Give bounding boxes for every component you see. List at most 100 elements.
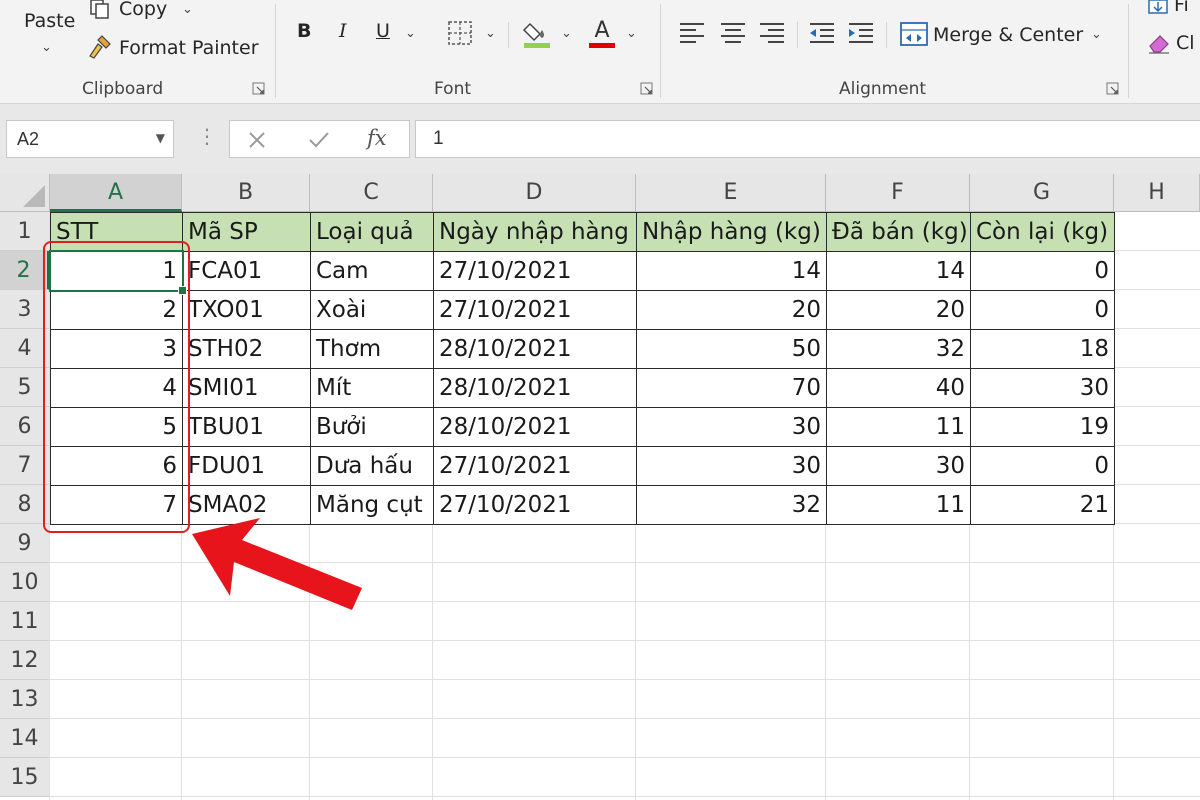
cell-g8[interactable]: 21 — [970, 485, 1115, 525]
row-header-8[interactable]: 8 — [0, 485, 50, 524]
header-cell-g[interactable]: Còn lại (kg) — [970, 212, 1115, 252]
cell-f7[interactable]: 30 — [826, 446, 971, 486]
underline-dropdown-icon[interactable]: ⌄ — [405, 26, 416, 41]
cell-g4[interactable]: 18 — [970, 329, 1115, 369]
format-painter-icon[interactable] — [86, 34, 114, 60]
fill-color-icon[interactable] — [522, 18, 552, 50]
header-cell-e[interactable]: Nhập hàng (kg) — [636, 212, 827, 252]
cell-a3[interactable]: 2 — [50, 290, 183, 330]
cell-d2[interactable]: 27/10/2021 — [433, 251, 637, 291]
column-header-d[interactable]: D — [433, 174, 636, 212]
cell-f5[interactable]: 40 — [826, 368, 971, 408]
cell-a5[interactable]: 4 — [50, 368, 183, 408]
cell-a7[interactable]: 6 — [50, 446, 183, 486]
column-header-b[interactable]: B — [182, 174, 310, 212]
cell-c7[interactable]: Dưa hấu — [310, 446, 434, 486]
fill-down-icon[interactable] — [1148, 0, 1170, 14]
cell-b2[interactable]: FCA01 — [182, 251, 311, 291]
cell-d8[interactable]: 27/10/2021 — [433, 485, 637, 525]
row-header-7[interactable]: 7 — [0, 446, 50, 485]
cell-b6[interactable]: TBU01 — [182, 407, 311, 447]
cell-g3[interactable]: 0 — [970, 290, 1115, 330]
clipboard-launcher-icon[interactable] — [252, 82, 266, 96]
spreadsheet-grid[interactable]: A B C D E F G H 1 2 3 4 5 6 7 8 9 10 11 12 13 14 15 STT Mã SP Loạ… — [0, 174, 1200, 800]
cell-d7[interactable]: 27/10/2021 — [433, 446, 637, 486]
paste-button[interactable]: Paste — [24, 10, 75, 32]
clear-eraser-icon[interactable] — [1147, 32, 1171, 54]
formula-bar-grip-icon[interactable]: ⋮ — [197, 124, 217, 148]
cell-b7[interactable]: FDU01 — [182, 446, 311, 486]
cell-e6[interactable]: 30 — [636, 407, 827, 447]
header-cell-d[interactable]: Ngày nhập hàng — [433, 212, 637, 252]
cell-g2[interactable]: 0 — [970, 251, 1115, 291]
align-center-icon[interactable] — [720, 22, 746, 44]
cell-c4[interactable]: Thơm — [310, 329, 434, 369]
cell-f3[interactable]: 20 — [826, 290, 971, 330]
cell-a2[interactable]: 1 — [50, 251, 183, 291]
merge-center-button[interactable]: Merge & Center — [933, 24, 1083, 46]
copy-button[interactable]: Copy — [119, 0, 167, 20]
clear-button[interactable]: Cl — [1176, 32, 1195, 54]
column-header-e[interactable]: E — [636, 174, 826, 212]
cell-e3[interactable]: 20 — [636, 290, 827, 330]
cell-c2[interactable]: Cam — [310, 251, 434, 291]
cell-b4[interactable]: STH02 — [182, 329, 311, 369]
formula-input[interactable]: 1 — [415, 120, 1200, 158]
row-header-3[interactable]: 3 — [0, 290, 50, 329]
merge-center-icon[interactable] — [900, 22, 928, 46]
font-color-button[interactable]: A — [587, 16, 617, 50]
align-right-icon[interactable] — [759, 22, 785, 44]
cell-c6[interactable]: Bưởi — [310, 407, 434, 447]
header-cell-a[interactable]: STT — [50, 212, 183, 252]
decrease-indent-icon[interactable] — [809, 22, 835, 44]
row-header-9[interactable]: 9 — [0, 524, 50, 563]
header-cell-f[interactable]: Đã bán (kg) — [826, 212, 971, 252]
row-header-10[interactable]: 10 — [0, 563, 50, 602]
column-header-h[interactable]: H — [1114, 174, 1200, 212]
copy-icon[interactable] — [86, 0, 112, 20]
cancel-icon[interactable] — [247, 131, 267, 149]
cell-e8[interactable]: 32 — [636, 485, 827, 525]
insert-function-icon[interactable]: fx — [367, 126, 387, 150]
alignment-launcher-icon[interactable] — [1106, 82, 1120, 96]
column-header-c[interactable]: C — [310, 174, 433, 212]
column-header-f[interactable]: F — [826, 174, 970, 212]
row-header-15[interactable]: 15 — [0, 758, 50, 797]
column-header-g[interactable]: G — [970, 174, 1114, 212]
cell-d4[interactable]: 28/10/2021 — [433, 329, 637, 369]
cell-b3[interactable]: TXO01 — [182, 290, 311, 330]
cell-b5[interactable]: SMI01 — [182, 368, 311, 408]
cell-e7[interactable]: 30 — [636, 446, 827, 486]
header-cell-c[interactable]: Loại quả — [310, 212, 434, 252]
cell-d6[interactable]: 28/10/2021 — [433, 407, 637, 447]
fill-color-dropdown-icon[interactable]: ⌄ — [561, 26, 572, 41]
row-header-11[interactable]: 11 — [0, 602, 50, 641]
header-cell-b[interactable]: Mã SP — [182, 212, 311, 252]
cell-c5[interactable]: Mít — [310, 368, 434, 408]
cell-c3[interactable]: Xoài — [310, 290, 434, 330]
cell-a6[interactable]: 5 — [50, 407, 183, 447]
cell-g5[interactable]: 30 — [970, 368, 1115, 408]
row-header-13[interactable]: 13 — [0, 680, 50, 719]
column-header-a[interactable]: A — [50, 174, 182, 212]
row-header-2[interactable]: 2 — [0, 251, 50, 290]
cell-a4[interactable]: 3 — [50, 329, 183, 369]
align-left-icon[interactable] — [679, 22, 705, 44]
row-header-6[interactable]: 6 — [0, 407, 50, 446]
cell-g7[interactable]: 0 — [970, 446, 1115, 486]
fill-handle[interactable] — [178, 286, 187, 295]
enter-check-icon[interactable] — [308, 131, 330, 149]
row-header-5[interactable]: 5 — [0, 368, 50, 407]
row-header-12[interactable]: 12 — [0, 641, 50, 680]
format-painter-button[interactable]: Format Painter — [119, 37, 259, 59]
cell-f6[interactable]: 11 — [826, 407, 971, 447]
cell-a8[interactable]: 7 — [50, 485, 183, 525]
cell-e4[interactable]: 50 — [636, 329, 827, 369]
name-box-dropdown-icon[interactable]: ▼ — [156, 131, 165, 145]
cell-e5[interactable]: 70 — [636, 368, 827, 408]
italic-button[interactable]: I — [339, 20, 347, 42]
cell-f2[interactable]: 14 — [826, 251, 971, 291]
fill-button[interactable]: Fi — [1174, 0, 1189, 16]
row-header-4[interactable]: 4 — [0, 329, 50, 368]
cell-d5[interactable]: 28/10/2021 — [433, 368, 637, 408]
